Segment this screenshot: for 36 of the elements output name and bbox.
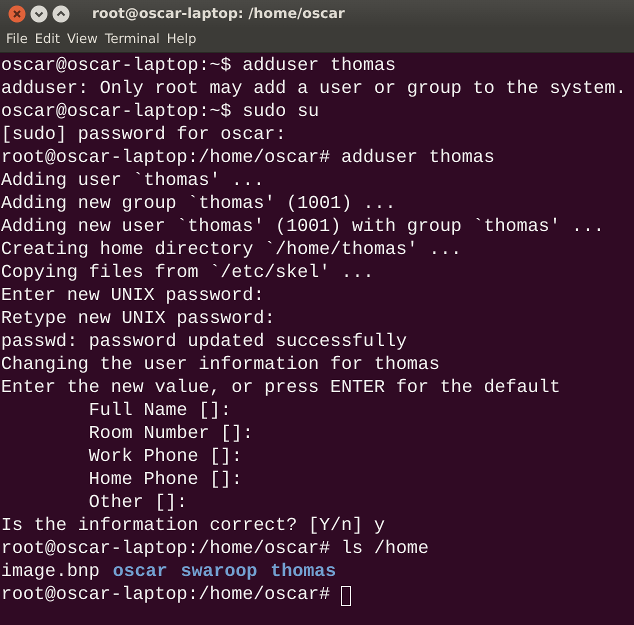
terminal-line: root@oscar-laptop:/home/oscar# ls /home — [1, 538, 429, 561]
terminal-line: [sudo] password for oscar: — [1, 124, 286, 147]
maximize-icon[interactable] — [52, 4, 70, 22]
terminal-line: Work Phone []: — [88, 446, 242, 469]
minimize-icon[interactable] — [30, 4, 48, 22]
directory-name: thomas — [270, 561, 336, 584]
menu-item[interactable]: Edit — [32, 32, 63, 47]
terminal-line: Adding user `thomas' ... — [1, 170, 264, 193]
terminal-line: root@oscar-laptop:/home/oscar# — [1, 584, 332, 607]
terminal-line: Retype new UNIX password: — [1, 308, 276, 331]
terminal-line: Other []: — [88, 492, 188, 515]
menu-item[interactable]: Terminal — [102, 32, 163, 47]
terminal-line: Enter the new value, or press ENTER for the default — [1, 377, 560, 400]
terminal-line: oscar@oscar-laptop:~$ adduser thomas — [1, 55, 396, 78]
terminal-line: adduser: Only root may add a user or group to the system. — [1, 78, 626, 101]
terminal-line: Adding new user `thomas' (1001) with group `thomas' ... — [1, 216, 604, 239]
terminal-line: root@oscar-laptop:/home/oscar# adduser thomas — [1, 147, 495, 170]
terminal-line: Enter new UNIX password: — [1, 285, 264, 308]
terminal-line: Home Phone []: — [88, 469, 242, 492]
terminal-line: Creating home directory `/home/thomas' ... — [1, 239, 462, 262]
menu-item[interactable]: View — [64, 32, 101, 47]
terminal-line: Is the information correct? [Y/n] y — [1, 515, 385, 538]
terminal-line: Room Number []: — [88, 423, 254, 446]
terminal-line: Changing the user information for thomas — [1, 354, 440, 377]
terminal-line: Adding new group `thomas' (1001) ... — [1, 193, 396, 216]
menu-item[interactable]: File — [3, 32, 31, 47]
close-icon[interactable] — [8, 4, 26, 22]
file-name: image.bnp — [1, 561, 100, 584]
directory-name: swaroop — [180, 561, 258, 584]
terminal-line: passwd: password updated successfully — [1, 331, 407, 354]
terminal-line: Full Name []: — [88, 400, 232, 423]
terminal-line: oscar@oscar-laptop:~$ sudo su — [1, 101, 320, 124]
directory-name: oscar — [112, 561, 168, 584]
menu-item[interactable]: Help — [164, 32, 200, 47]
terminal-line: Copying files from `/etc/skel' ... — [1, 262, 374, 285]
window-title: root@oscar-laptop: /home/oscar — [92, 6, 345, 22]
